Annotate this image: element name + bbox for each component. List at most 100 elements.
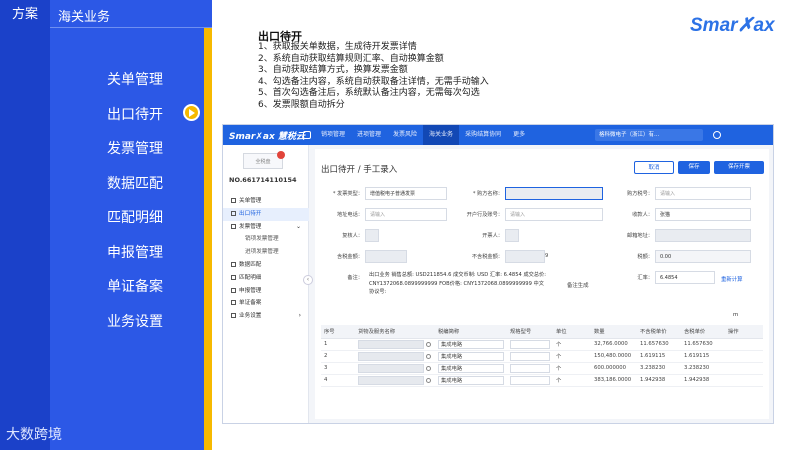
spec-field[interactable]	[510, 351, 550, 361]
menu-item-filing[interactable]: 申报管理	[50, 239, 204, 274]
col-price-in: 含税单价	[681, 325, 725, 339]
nav-more[interactable]: 更多	[507, 125, 531, 145]
short-name-field[interactable]: 集成电路	[438, 351, 504, 361]
nav-risk[interactable]: 发票风险	[387, 125, 423, 145]
cancel-button[interactable]: 取消	[634, 161, 674, 174]
bank-field[interactable]: 请输入	[505, 208, 603, 221]
payee-label: 收款人：	[632, 212, 653, 218]
cell-goods[interactable]: -	[355, 338, 435, 351]
col-short-name: 税编简称	[435, 325, 507, 339]
spec-field[interactable]	[510, 363, 550, 373]
col-goods-name: 货物及服务名称	[355, 325, 435, 339]
brand-footer: 大数跨境	[6, 427, 62, 443]
tab-customs[interactable]: 海关业务	[58, 0, 110, 28]
note-generate-button[interactable]: 备注生成	[567, 281, 589, 289]
cell-price-ex: 3.238230	[637, 362, 681, 375]
sidebar-item-invoice[interactable]: 发票管理 ⌄	[223, 221, 309, 234]
cell-price-in: 11.657630	[681, 338, 725, 351]
tax-excluded-field[interactable]	[505, 250, 545, 263]
sidebar-item-label: 发票管理	[239, 223, 262, 230]
sidebar-item-label: 匹配明细	[239, 274, 262, 281]
cell-price-in: 3.238230	[681, 362, 725, 375]
nav-purchase[interactable]: 采购结算协同	[459, 125, 507, 145]
rate-field[interactable]: 6.4854	[655, 271, 715, 284]
buyer-name-field[interactable]	[505, 187, 603, 200]
spec-field[interactable]	[510, 339, 550, 349]
cell-action	[725, 362, 763, 375]
goods-field[interactable]: -	[358, 351, 424, 361]
recalculate-button[interactable]: 重新计算	[721, 275, 743, 283]
nav-customs[interactable]: 海关业务	[423, 125, 460, 145]
bank-label: 开户行及账号：	[466, 212, 503, 218]
short-name-field[interactable]: 集成电路	[438, 363, 504, 373]
cell-goods[interactable]: -	[355, 362, 435, 375]
sidebar-item-data-match[interactable]: 数据匹配	[223, 259, 309, 272]
save-and-issue-button[interactable]: 保存开票	[714, 161, 764, 174]
collapse-sidebar-button[interactable]: ‹	[303, 275, 313, 285]
sidebar-item-output-invoice[interactable]: 销项发票管理	[223, 233, 309, 246]
nav-input[interactable]: 进项管理	[351, 125, 387, 145]
form-row: 复核人： 开票人： 邮箱地址： m	[315, 229, 769, 318]
sidebar-item-match-detail[interactable]: 匹配明细	[223, 272, 309, 285]
buyer-tax-field[interactable]: 请输入	[655, 187, 751, 200]
search-icon[interactable]	[426, 365, 431, 371]
email-field[interactable]	[655, 229, 751, 242]
short-name-field[interactable]: 集成电路	[438, 339, 504, 349]
payee-field[interactable]: 张猫	[655, 208, 751, 221]
email-suffix: m	[733, 312, 739, 318]
sidebar-item-label: 数据匹配	[239, 261, 262, 268]
goods-field[interactable]: -	[358, 363, 424, 373]
menu-item-invoice[interactable]: 发票管理	[50, 135, 204, 170]
cell-price-in: 1.942938	[681, 374, 725, 387]
sidebar-item-label: 关单管理	[239, 198, 262, 204]
invoice-type-select[interactable]: 增值税电子普通发票	[365, 187, 447, 200]
brand-logo: Smar✗ax	[690, 15, 775, 36]
menu-item-declaration[interactable]: 关单管理	[50, 66, 204, 101]
drawer-field[interactable]	[505, 229, 519, 242]
col-spec: 规格型号	[507, 325, 553, 339]
save-button[interactable]: 保存	[678, 161, 710, 174]
slide: 方案 海关业务 关单管理 出口待开 发票管理 数据匹配 匹配明细 申报管理 单证…	[0, 0, 800, 450]
search-icon[interactable]	[426, 341, 431, 347]
spec-field[interactable]	[510, 375, 550, 385]
app-logo: Smar✗ax 慧税云	[229, 132, 305, 142]
cell-goods[interactable]: -	[355, 350, 435, 363]
menu-item-data-match[interactable]: 数据匹配	[50, 170, 204, 205]
tab-solution[interactable]: 方案	[0, 0, 50, 28]
col-action: 操作	[725, 325, 763, 339]
menu-item-match-detail[interactable]: 匹配明细	[50, 204, 204, 239]
tax-disk-badge: 全税盘	[243, 151, 285, 169]
invoice-icon	[231, 223, 236, 229]
sidebar-item-filing[interactable]: 申报管理	[223, 285, 309, 298]
short-name-field[interactable]: 集成电路	[438, 375, 504, 385]
buyer-tax-label: 购方税号：	[627, 191, 653, 197]
org-selector[interactable]: 格科微电子（浙江）有...	[595, 129, 703, 141]
search-icon[interactable]	[426, 353, 431, 359]
sidebar-item-declaration[interactable]: 关单管理	[223, 195, 309, 208]
play-indicator-icon[interactable]	[183, 104, 200, 121]
table-row: 2 - 集成电路 个 150,480.0000 1.619115 1.61911…	[321, 350, 763, 363]
nav-output[interactable]: 销项管理	[315, 125, 351, 145]
menu-item-export-pending[interactable]: 出口待开	[50, 101, 204, 136]
sidebar-item-settings[interactable]: 业务设置 ›	[223, 310, 309, 323]
monitor-icon[interactable]	[303, 131, 311, 139]
address-field[interactable]: 请输入	[365, 208, 447, 221]
cell-no: 3	[321, 362, 355, 375]
goods-field[interactable]: -	[358, 375, 424, 385]
menu-item-settings[interactable]: 业务设置	[50, 308, 204, 343]
reviewer-field[interactable]	[365, 229, 379, 242]
cell-goods[interactable]: -	[355, 374, 435, 387]
menu-item-record[interactable]: 单证备案	[50, 273, 204, 308]
goods-field[interactable]: -	[358, 339, 424, 349]
search-icon[interactable]	[426, 377, 431, 383]
cell-qty: 32,766.0000	[591, 338, 637, 351]
note-label: 备注：	[347, 275, 363, 281]
rate-label: 汇率：	[637, 275, 653, 281]
sidebar-item-export-pending[interactable]: 出口待开	[223, 207, 309, 221]
sidebar-item-input-invoice[interactable]: 进项发票管理	[223, 246, 309, 259]
cell-spec	[507, 374, 553, 387]
sidebar-item-record[interactable]: 单证备案	[223, 297, 309, 310]
left-strip	[0, 0, 50, 450]
settings-icon[interactable]	[713, 131, 721, 139]
tax-included-field[interactable]	[365, 250, 407, 263]
